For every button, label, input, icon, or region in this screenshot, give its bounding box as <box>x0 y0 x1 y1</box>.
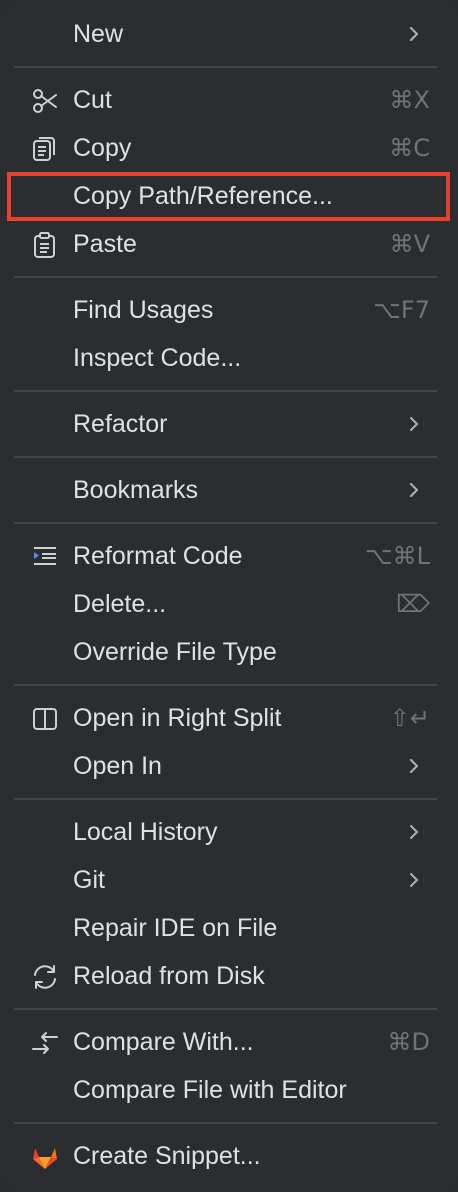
gitlab-icon <box>30 1143 60 1171</box>
copy-icon <box>30 135 60 163</box>
menu-item-open-in[interactable]: Open In <box>0 744 458 788</box>
menu-item-shortcut: ⌘X <box>389 86 430 114</box>
menu-item-refactor[interactable]: Refactor <box>0 402 458 446</box>
menu-item-label: Git <box>73 866 105 894</box>
menu-item-paste[interactable]: Paste ⌘V <box>0 222 458 266</box>
menu-separator <box>14 1008 437 1010</box>
scissors-icon <box>30 87 60 115</box>
menu-item-label: Find Usages <box>73 296 214 324</box>
split-icon <box>30 705 60 733</box>
menu-item-repair-ide-on-file[interactable]: Repair IDE on File <box>0 906 458 950</box>
menu-separator <box>14 66 437 68</box>
menu-item-find-usages[interactable]: Find Usages ⌥F7 <box>0 288 458 332</box>
menu-item-label: Refactor <box>73 410 168 438</box>
menu-separator <box>14 390 437 392</box>
context-menu: New Cut ⌘X Copy ⌘C Copy Path/Reference..… <box>0 0 458 1192</box>
menu-item-label: Reload from Disk <box>73 962 265 990</box>
menu-item-label: Open in Right Split <box>73 704 282 732</box>
menu-item-label: Delete... <box>73 590 167 618</box>
menu-item-shortcut: ⌦ <box>396 590 430 618</box>
chevron-right-icon <box>408 483 420 497</box>
menu-item-cut[interactable]: Cut ⌘X <box>0 78 458 122</box>
menu-item-reload-from-disk[interactable]: Reload from Disk <box>0 954 458 998</box>
menu-item-label: Compare File with Editor <box>73 1076 347 1104</box>
menu-item-shortcut: ⌥⌘L <box>364 542 430 570</box>
chevron-right-icon <box>408 873 420 887</box>
compare-icon <box>30 1029 60 1057</box>
menu-item-inspect-code[interactable]: Inspect Code... <box>0 336 458 380</box>
menu-item-label: Cut <box>73 86 112 114</box>
menu-separator <box>14 522 437 524</box>
menu-item-label: Reformat Code <box>73 542 243 570</box>
chevron-right-icon <box>408 825 420 839</box>
menu-item-label: Open In <box>73 752 162 780</box>
menu-separator <box>14 276 437 278</box>
highlight-box <box>7 172 450 221</box>
menu-item-delete[interactable]: Delete... ⌦ <box>0 582 458 626</box>
menu-item-label: New <box>73 20 124 48</box>
menu-item-shortcut: ⌘D <box>387 1028 430 1056</box>
menu-item-shortcut: ⌘C <box>389 134 430 162</box>
menu-separator <box>14 798 437 800</box>
menu-separator <box>14 684 437 686</box>
reformat-icon <box>30 543 60 571</box>
menu-item-bookmarks[interactable]: Bookmarks <box>0 468 458 512</box>
menu-item-label: Bookmarks <box>73 476 199 504</box>
menu-item-label: Create Snippet... <box>73 1142 261 1170</box>
reload-icon <box>30 963 60 991</box>
menu-item-shortcut: ⌘V <box>389 230 430 258</box>
menu-item-compare-file-with-editor[interactable]: Compare File with Editor <box>0 1068 458 1112</box>
chevron-right-icon <box>408 417 420 431</box>
chevron-right-icon <box>408 27 420 41</box>
menu-item-create-snippet[interactable]: Create Snippet... <box>0 1134 458 1178</box>
menu-item-copy[interactable]: Copy ⌘C <box>0 126 458 170</box>
menu-item-label: Paste <box>73 230 137 258</box>
menu-separator <box>14 456 437 458</box>
menu-item-reformat-code[interactable]: Reformat Code ⌥⌘L <box>0 534 458 578</box>
menu-item-label: Repair IDE on File <box>73 914 278 942</box>
menu-item-label: Local History <box>73 818 218 846</box>
menu-item-label: Compare With... <box>73 1028 254 1056</box>
menu-separator <box>14 1122 437 1124</box>
menu-item-compare-with[interactable]: Compare With... ⌘D <box>0 1020 458 1064</box>
menu-item-git[interactable]: Git <box>0 858 458 902</box>
menu-item-label: Override File Type <box>73 638 277 666</box>
menu-item-label: Inspect Code... <box>73 344 242 372</box>
menu-item-override-file-type[interactable]: Override File Type <box>0 630 458 674</box>
clipboard-icon <box>30 231 60 259</box>
menu-item-shortcut: ⇧↵ <box>389 704 430 732</box>
menu-item-local-history[interactable]: Local History <box>0 810 458 854</box>
menu-item-open-in-right-split[interactable]: Open in Right Split ⇧↵ <box>0 696 458 740</box>
menu-item-shortcut: ⌥F7 <box>373 296 430 324</box>
menu-item-new[interactable]: New <box>0 12 458 56</box>
chevron-right-icon <box>408 759 420 773</box>
menu-item-label: Copy <box>73 134 132 162</box>
